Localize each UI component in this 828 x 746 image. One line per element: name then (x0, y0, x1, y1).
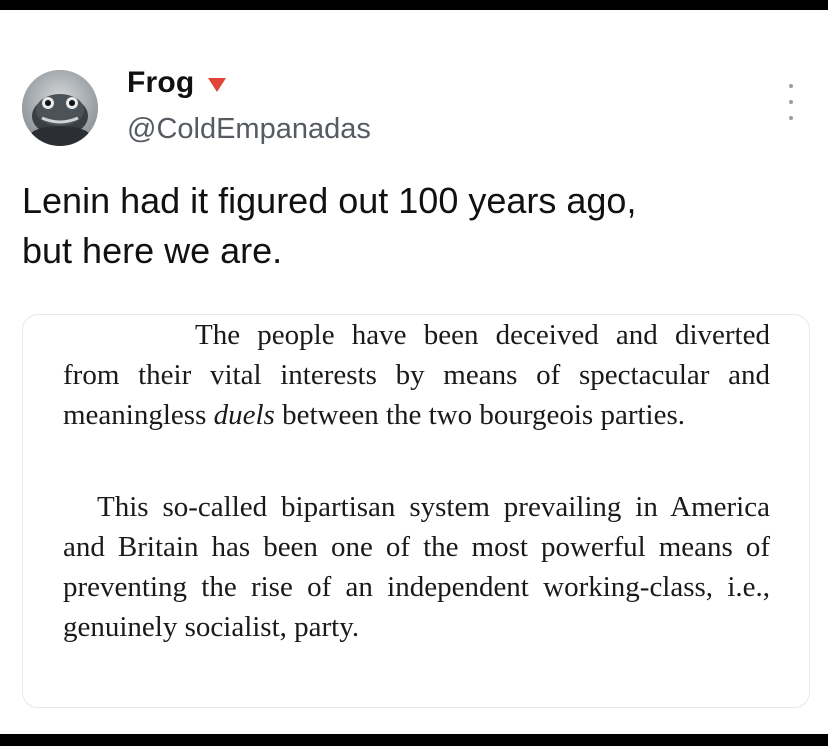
bottom-black-border (0, 734, 828, 746)
avatar[interactable] (22, 70, 98, 146)
quoted-image-card[interactable]: The people have been deceived and divert… (22, 314, 810, 708)
chevron-down-icon[interactable] (208, 78, 227, 92)
more-dot (789, 84, 793, 88)
more-dot (789, 116, 793, 120)
author-row: Frog (127, 66, 227, 100)
frog-avatar-icon (22, 70, 98, 146)
emphasized-word: duels (213, 399, 275, 431)
tweet-text: Lenin had it figured out 100 years ago, … (22, 180, 637, 271)
author-handle[interactable]: @ColdEmpanadas (127, 113, 371, 146)
more-dot (789, 100, 793, 104)
author-name[interactable]: Frog (127, 66, 194, 100)
quote-paragraph-1: The people have been deceived and divert… (63, 319, 770, 431)
quote-paragraph-2: This so-called bipartisan system prevail… (63, 491, 770, 643)
more-vertical-icon[interactable] (786, 84, 796, 120)
top-black-border (0, 0, 828, 10)
